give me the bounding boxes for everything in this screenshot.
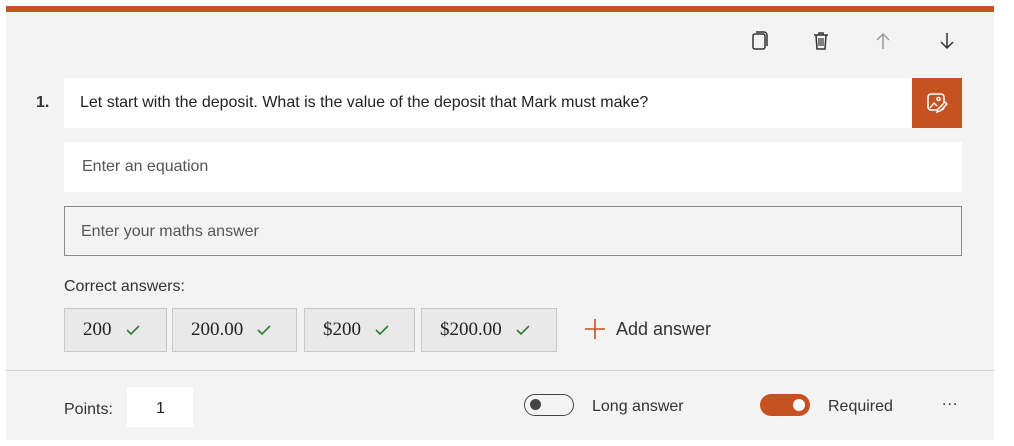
plus-icon xyxy=(585,319,605,339)
question-text: Let start with the deposit. What is the … xyxy=(80,94,649,111)
move-down-button[interactable] xyxy=(934,28,960,54)
required-label: Required xyxy=(828,398,893,415)
correct-answer-chip[interactable]: 200 xyxy=(64,308,167,352)
maths-answer-input[interactable]: Enter your maths answer xyxy=(64,206,962,256)
correct-answer-chip[interactable]: 200.00 xyxy=(172,308,297,352)
question-number: 1. xyxy=(36,94,50,111)
more-options-button[interactable]: ... xyxy=(942,392,958,410)
correct-answer-value: 200.00 xyxy=(191,319,244,340)
trash-icon xyxy=(814,32,828,50)
footer-divider xyxy=(6,370,994,371)
copy-question-button[interactable] xyxy=(747,28,773,54)
long-answer-label: Long answer xyxy=(592,398,684,415)
question-title-input[interactable]: Let start with the deposit. What is the … xyxy=(64,78,914,128)
long-answer-toggle[interactable] xyxy=(524,394,574,416)
move-up-button[interactable] xyxy=(870,28,896,54)
points-input[interactable]: 1 xyxy=(127,387,193,427)
accent-bar xyxy=(6,6,994,12)
correct-answer-value: $200.00 xyxy=(440,319,502,340)
correct-answer-value: $200 xyxy=(323,319,361,340)
correct-answer-value: 200 xyxy=(83,319,112,340)
check-icon xyxy=(257,324,271,336)
check-icon xyxy=(125,324,140,336)
correct-answer-chip[interactable]: $200.00 xyxy=(421,308,557,352)
toggle-knob xyxy=(530,399,541,410)
check-icon xyxy=(375,324,389,336)
arrow-up-icon xyxy=(876,32,890,49)
delete-question-button[interactable] xyxy=(808,28,834,54)
check-icon xyxy=(516,324,530,336)
copy-icon xyxy=(752,31,768,50)
arrow-down-icon xyxy=(940,33,954,50)
equation-input[interactable]: Enter an equation xyxy=(64,142,962,192)
image-edit-icon xyxy=(927,93,948,114)
points-value: 1 xyxy=(156,400,165,417)
points-label: Points: xyxy=(64,401,113,418)
required-toggle[interactable] xyxy=(760,394,810,416)
answer-placeholder: Enter your maths answer xyxy=(81,223,259,240)
correct-answers-label: Correct answers: xyxy=(64,278,185,295)
add-answer-label: Add answer xyxy=(616,318,712,339)
question-card: 1. Let start with the deposit. What is t… xyxy=(6,6,994,440)
insert-media-button[interactable] xyxy=(912,78,962,128)
equation-placeholder: Enter an equation xyxy=(82,158,209,175)
toggle-knob xyxy=(793,399,805,411)
add-answer-button[interactable]: Add answer xyxy=(584,318,711,340)
correct-answer-chip[interactable]: $200 xyxy=(304,308,415,352)
